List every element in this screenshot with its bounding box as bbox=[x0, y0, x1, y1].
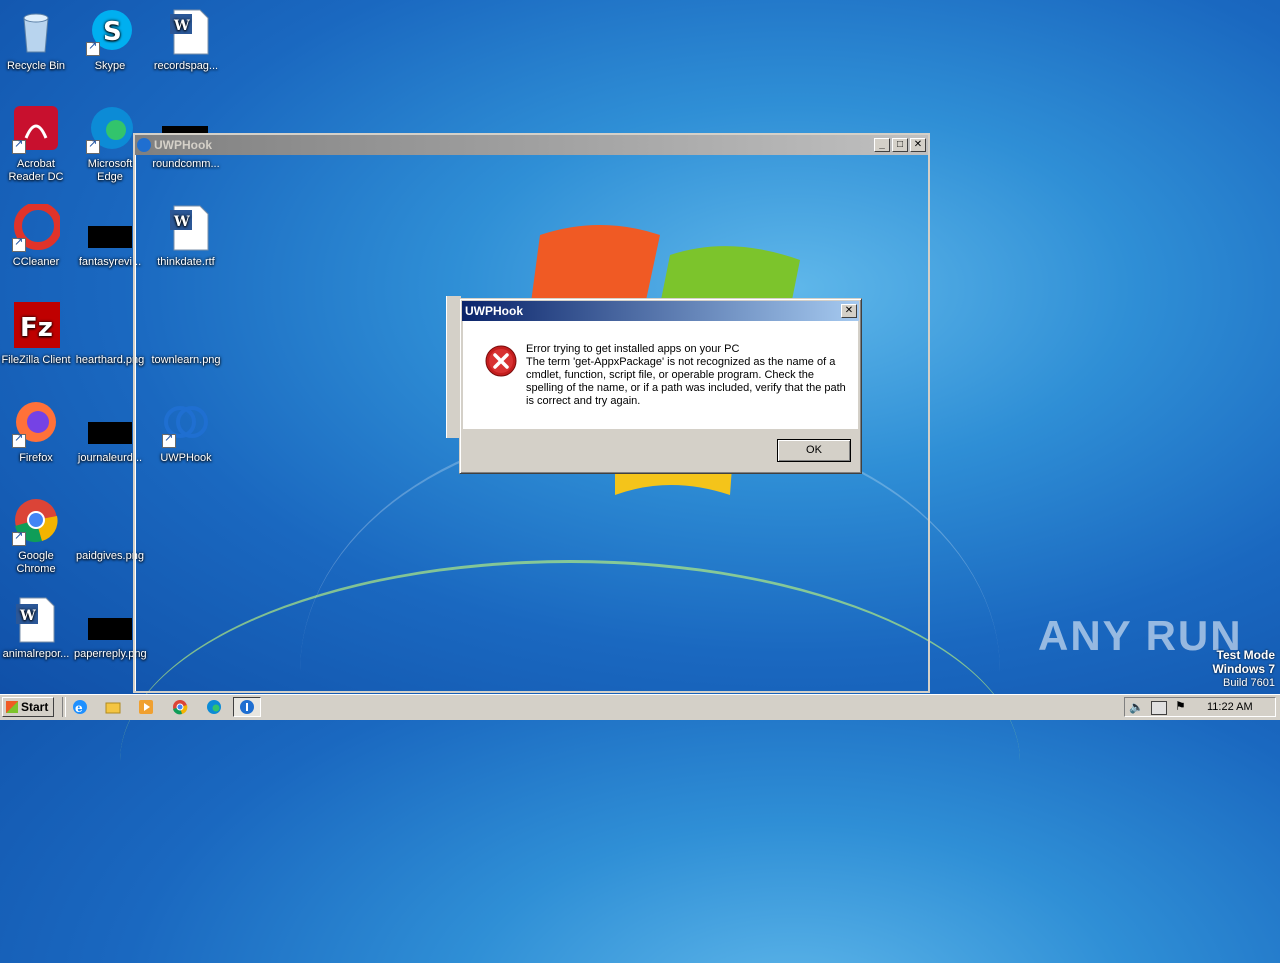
dialog-message: Error trying to get installed apps on yo… bbox=[526, 343, 846, 408]
system-tray: 🔈 ⚑ 11:22 AM bbox=[1124, 697, 1276, 717]
animalreport-icon[interactable]: W animalrepor... bbox=[0, 596, 72, 661]
build-line: Build 7601 bbox=[1223, 677, 1275, 689]
acrobat-reader-icon[interactable]: Acrobat Reader DC bbox=[0, 106, 72, 184]
start-label: Start bbox=[21, 700, 49, 714]
icon-label: Recycle Bin bbox=[6, 60, 66, 72]
ccleaner-icon[interactable]: CCleaner bbox=[0, 202, 72, 269]
chrome-taskbar-icon[interactable] bbox=[172, 699, 190, 717]
icon-label: recordspag... bbox=[153, 60, 219, 72]
redacted-thumbnail bbox=[88, 618, 132, 640]
ie-icon[interactable]: e bbox=[72, 699, 90, 717]
uwphook-taskbar-button[interactable] bbox=[233, 697, 261, 717]
main-window-title: UWPHook bbox=[154, 138, 212, 152]
edge-taskbar-icon[interactable] bbox=[206, 699, 224, 717]
icon-label: CCleaner bbox=[12, 256, 60, 268]
close-button[interactable]: ✕ bbox=[910, 138, 926, 152]
svg-text:S: S bbox=[103, 17, 122, 47]
dialog-close-button[interactable]: ✕ bbox=[841, 304, 857, 318]
skype-icon[interactable]: S Skype bbox=[74, 8, 146, 73]
volume-icon[interactable]: 🔈 bbox=[1129, 700, 1144, 714]
icon-label: Acrobat Reader DC bbox=[8, 158, 64, 183]
uwphook-taskbar-icon bbox=[240, 700, 254, 714]
minimize-button[interactable]: _ bbox=[874, 138, 890, 152]
maximize-button[interactable]: □ bbox=[892, 138, 908, 152]
dialog-body: Error trying to get installed apps on yo… bbox=[463, 321, 858, 429]
message-line-1: Error trying to get installed apps on yo… bbox=[526, 343, 740, 355]
svg-text:Fz: Fz bbox=[20, 313, 53, 343]
error-icon bbox=[485, 345, 517, 377]
start-button[interactable]: Start bbox=[2, 697, 54, 717]
quicklaunch-divider bbox=[62, 697, 66, 717]
message-line-2: The term 'get-AppxPackage' is not recogn… bbox=[526, 356, 846, 407]
app-icon bbox=[137, 138, 151, 152]
icon-label: FileZilla Client bbox=[1, 354, 71, 366]
test-mode-line: Test Mode bbox=[1216, 648, 1275, 662]
taskbar: Start e 🔈 ⚑ 11:22 AM bbox=[0, 694, 1280, 720]
error-dialog[interactable]: UWPHook ✕ Error trying to get installed … bbox=[459, 298, 862, 474]
clock[interactable]: 11:22 AM bbox=[1207, 701, 1253, 713]
ok-button[interactable]: OK bbox=[777, 439, 851, 462]
filezilla-icon[interactable]: Fz FileZilla Client bbox=[0, 302, 72, 367]
windows-flag-icon bbox=[6, 701, 18, 713]
dialog-titlebar[interactable]: UWPHook ✕ bbox=[462, 301, 859, 321]
svg-text:e: e bbox=[75, 701, 83, 715]
main-window-titlebar[interactable]: UWPHook _ □ ✕ bbox=[135, 135, 928, 155]
icon-label: Skype bbox=[94, 60, 126, 72]
svg-text:W: W bbox=[173, 18, 190, 34]
redacted-thumbnail bbox=[88, 422, 132, 444]
network-icon[interactable] bbox=[1151, 701, 1167, 715]
recycle-bin-icon[interactable]: Recycle Bin bbox=[0, 8, 72, 73]
os-line: Windows 7 bbox=[1212, 662, 1275, 676]
recordspage-icon[interactable]: W recordspag... bbox=[150, 8, 222, 73]
icon-label: Firefox bbox=[19, 452, 53, 464]
action-center-flag-icon[interactable]: ⚑ bbox=[1175, 699, 1186, 713]
firefox-icon[interactable]: Firefox bbox=[0, 400, 72, 465]
chrome-icon[interactable]: Google Chrome bbox=[0, 498, 72, 576]
icon-label: Google Chrome bbox=[16, 550, 56, 575]
icon-label: animalrepor... bbox=[2, 648, 70, 660]
svg-text:W: W bbox=[19, 608, 36, 624]
redacted-thumbnail bbox=[88, 226, 132, 248]
dialog-title: UWPHook bbox=[465, 304, 523, 318]
media-player-icon[interactable] bbox=[138, 699, 156, 717]
test-mode-text: Test Mode Windows 7 Build 7601 bbox=[1140, 648, 1275, 690]
explorer-icon[interactable] bbox=[105, 699, 123, 717]
